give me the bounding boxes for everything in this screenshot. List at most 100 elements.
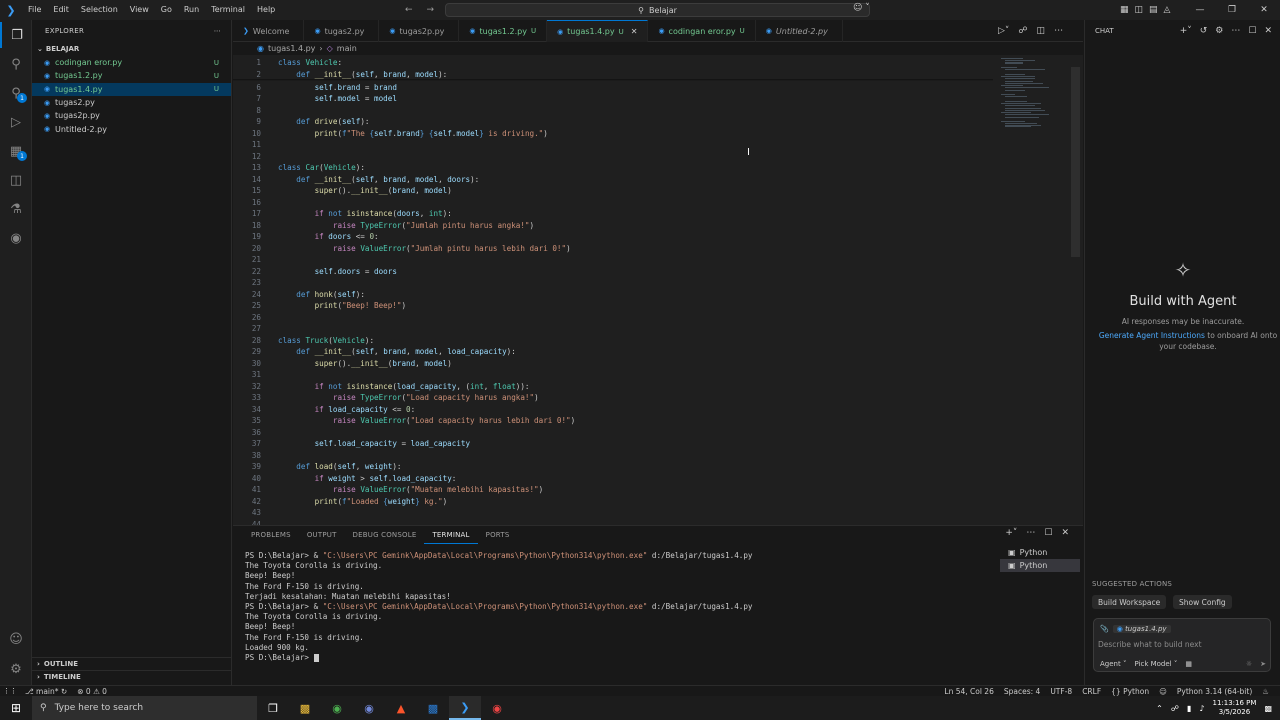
forward-arrow-icon[interactable]: → [427, 5, 435, 15]
tab-codingan-eror-py[interactable]: ◉ codingan eror.py U [648, 20, 756, 42]
indentation[interactable]: Spaces: 4 [999, 687, 1045, 696]
model-picker[interactable]: Pick Model ˅ [1134, 660, 1177, 668]
file-item[interactable]: ◉ codingan eror.py U [32, 56, 231, 69]
file-explorer-icon[interactable]: ▩ [289, 696, 321, 720]
terminal-instance[interactable]: ▣ Python [1000, 546, 1080, 559]
menu-run[interactable]: Run [178, 0, 205, 20]
close-icon[interactable]: ✕ [1264, 26, 1272, 36]
network-icon[interactable]: ☍ [1171, 704, 1179, 713]
tab-untitled-2-py[interactable]: ◉ Untitled-2.py [756, 20, 843, 42]
discord-icon[interactable]: ◉ [353, 696, 385, 720]
extensions-icon[interactable]: ▦ 1 [0, 138, 32, 164]
encoding[interactable]: UTF-8 [1045, 687, 1077, 696]
file-item[interactable]: ◉ Untitled-2.py [32, 122, 231, 135]
attach-icon[interactable]: 📎 [1100, 625, 1109, 633]
language-mode[interactable]: {} Python [1106, 687, 1154, 696]
chrome-icon[interactable]: ◉ [321, 696, 353, 720]
minimize-icon[interactable]: — [1184, 0, 1216, 20]
battery-icon[interactable]: ▮ [1187, 704, 1191, 713]
editor-scrollbar[interactable] [1071, 67, 1080, 257]
terminal-instance[interactable]: ▣ Python [1000, 559, 1080, 572]
restore-icon[interactable]: ❐ [1216, 0, 1248, 20]
run-debug-icon[interactable]: ▷ [0, 109, 32, 135]
search-activity-icon[interactable]: ⚲ [0, 51, 32, 77]
tab-tugas1-2-py[interactable]: ◉ tugas1.2.py U [459, 20, 548, 42]
toggle-secondary-sidebar-icon[interactable]: ◬ [1164, 5, 1171, 15]
mode-picker[interactable]: Agent ˅ [1100, 660, 1126, 668]
tab-close-icon[interactable]: ✕ [631, 27, 638, 36]
build-workspace-button[interactable]: Build Workspace [1092, 595, 1167, 609]
chat-input-box[interactable]: 📎 ◉ tugas1.4.py Describe what to build n… [1093, 618, 1271, 672]
panel-tab-problems[interactable]: PROBLEMS [243, 526, 299, 544]
tab-tugas1-4-py[interactable]: ◉ tugas1.4.py U ✕ [547, 20, 649, 42]
more-actions-icon[interactable]: ⋯ [1054, 26, 1063, 36]
split-editor-icon[interactable]: ◫ [1037, 26, 1046, 36]
history-icon[interactable]: ↺ [1200, 26, 1208, 36]
menu-file[interactable]: File [22, 0, 47, 20]
end-of-line[interactable]: CRLF [1077, 687, 1106, 696]
remote-indicator-icon[interactable]: ⋮⋮ [0, 686, 20, 697]
menu-view[interactable]: View [124, 0, 155, 20]
notifications-bell-icon[interactable]: ♨ [1257, 687, 1274, 696]
app-icon[interactable]: ◉ [481, 696, 513, 720]
show-hidden-icons-icon[interactable]: ⌃ [1156, 704, 1163, 713]
windows-start-icon[interactable]: ⊞ [0, 696, 32, 720]
panel-tab-terminal[interactable]: TERMINAL [424, 526, 478, 544]
file-item[interactable]: ◉ tugas2p.py [32, 109, 231, 122]
brave-icon[interactable]: ▲ [385, 696, 417, 720]
branch-indicator[interactable]: ⎇ main* ↻ [20, 687, 72, 696]
outline-section[interactable]: › OUTLINE [32, 657, 232, 670]
breadcrumb-file[interactable]: tugas1.4.py [268, 44, 315, 53]
breadcrumb-symbol[interactable]: main [337, 44, 357, 53]
settings-gear-icon[interactable]: ⚙ [1215, 26, 1223, 36]
voice-icon[interactable]: ☼ [1246, 660, 1252, 668]
file-item[interactable]: ◉ tugas2.py [32, 96, 231, 109]
copilot-status-icon[interactable]: ☺ [1154, 687, 1172, 696]
back-arrow-icon[interactable]: ← [405, 5, 413, 15]
task-view-icon[interactable]: ❐ [257, 696, 289, 720]
more-actions-icon[interactable]: ⋯ [1026, 528, 1035, 538]
timeline-section[interactable]: › TIMELINE [32, 670, 232, 683]
minimap[interactable] [993, 55, 1068, 135]
menu-go[interactable]: Go [155, 0, 178, 20]
toggle-panel-icon[interactable]: ▤ [1149, 5, 1158, 15]
manage-gear-icon[interactable]: ⚙ [0, 656, 32, 682]
accounts-icon[interactable]: ☺ [0, 626, 32, 652]
vscode-taskbar-icon[interactable]: ❯ [449, 696, 481, 720]
file-item[interactable]: ◉ tugas1.4.py U [32, 82, 231, 96]
generate-instructions-link[interactable]: Generate Agent Instructions [1099, 331, 1205, 340]
tab-tugas2p-py[interactable]: ◉ tugas2p.py [379, 20, 460, 42]
menu-terminal[interactable]: Terminal [205, 0, 251, 20]
folder-header[interactable]: ⌄ BELAJAR [32, 42, 231, 56]
word-icon[interactable]: ▩ [417, 696, 449, 720]
new-terminal-icon[interactable]: +˅ [1005, 528, 1017, 538]
panel-tab-ports[interactable]: PORTS [478, 526, 518, 544]
toggle-sidebar-icon[interactable]: ◫ [1135, 5, 1144, 15]
code-editor[interactable]: 1 class Vehicle: 2 def __init__(self, bran… [233, 55, 1083, 525]
maximize-panel-icon[interactable]: ☐ [1044, 528, 1052, 538]
more-actions-icon[interactable]: ⋯ [214, 27, 221, 35]
open-changes-icon[interactable]: ☍ [1018, 26, 1027, 36]
context-file-chip[interactable]: ◉ tugas1.4.py [1112, 625, 1171, 633]
tab-tugas2-py[interactable]: ◉ tugas2.py [304, 20, 380, 42]
menu-selection[interactable]: Selection [75, 0, 124, 20]
more-actions-icon[interactable]: ⋯ [1231, 26, 1240, 36]
volume-icon[interactable]: ♪ [1199, 704, 1204, 713]
explorer-icon[interactable]: ❐ [0, 22, 32, 48]
source-control-icon[interactable]: ⚲ 1 [0, 80, 32, 106]
run-file-icon[interactable]: ▷˅ [998, 26, 1009, 36]
cursor-position[interactable]: Ln 54, Col 26 [939, 687, 998, 696]
maximize-icon[interactable]: ☐ [1248, 26, 1256, 36]
tab-welcome[interactable]: ❯ Welcome [233, 20, 305, 42]
panel-tab-debug-console[interactable]: DEBUG CONSOLE [345, 526, 425, 544]
notification-center-icon[interactable]: ▩ [1264, 704, 1272, 713]
python-icon[interactable]: ◉ [0, 225, 32, 251]
testing-icon[interactable]: ⚗ [0, 196, 32, 222]
copilot-icon[interactable]: ☺ ˅ [853, 3, 870, 13]
taskbar-search[interactable]: ⚲ Type here to search [32, 696, 257, 720]
send-icon[interactable]: ➤ [1260, 660, 1266, 668]
menu-help[interactable]: Help [251, 0, 281, 20]
python-interpreter[interactable]: Python 3.14 (64-bit) [1172, 687, 1257, 696]
show-config-button[interactable]: Show Config [1173, 595, 1232, 609]
problems-indicator[interactable]: ⊗ 0 ⚠ 0 [72, 687, 112, 696]
